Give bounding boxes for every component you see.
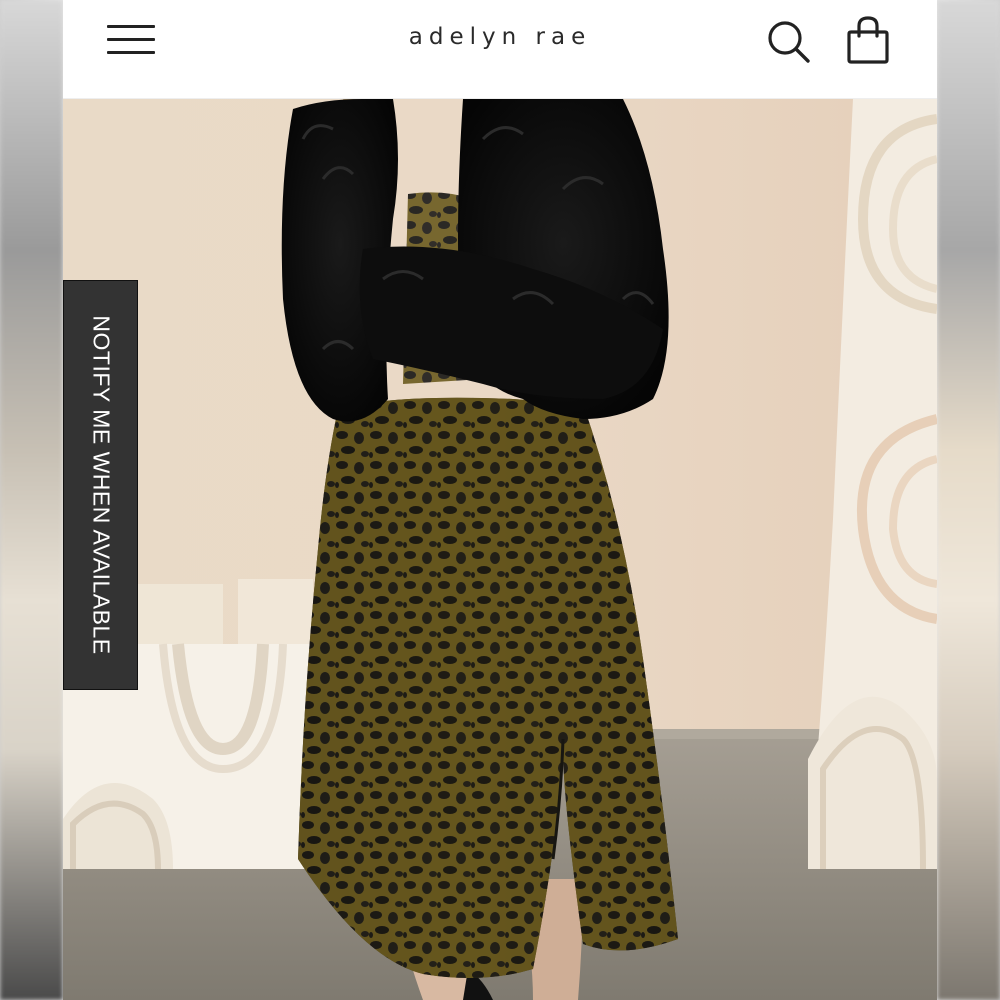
fur-jacket xyxy=(281,99,669,422)
notify-me-button[interactable]: NOTIFY ME WHEN AVAILABLE xyxy=(63,280,138,690)
search-icon[interactable] xyxy=(763,16,813,66)
screen-edge-left xyxy=(0,0,63,1000)
menu-line xyxy=(107,51,155,54)
notify-me-label: NOTIFY ME WHEN AVAILABLE xyxy=(88,315,114,655)
app-screen: adelyn rae NOTIFY ME WHEN AVAILABLE xyxy=(0,0,1000,1000)
screen-edge-right xyxy=(937,0,1000,1000)
product-photo[interactable] xyxy=(63,99,937,1000)
site-header: adelyn rae xyxy=(63,0,937,99)
shopping-bag-icon[interactable] xyxy=(843,14,893,68)
